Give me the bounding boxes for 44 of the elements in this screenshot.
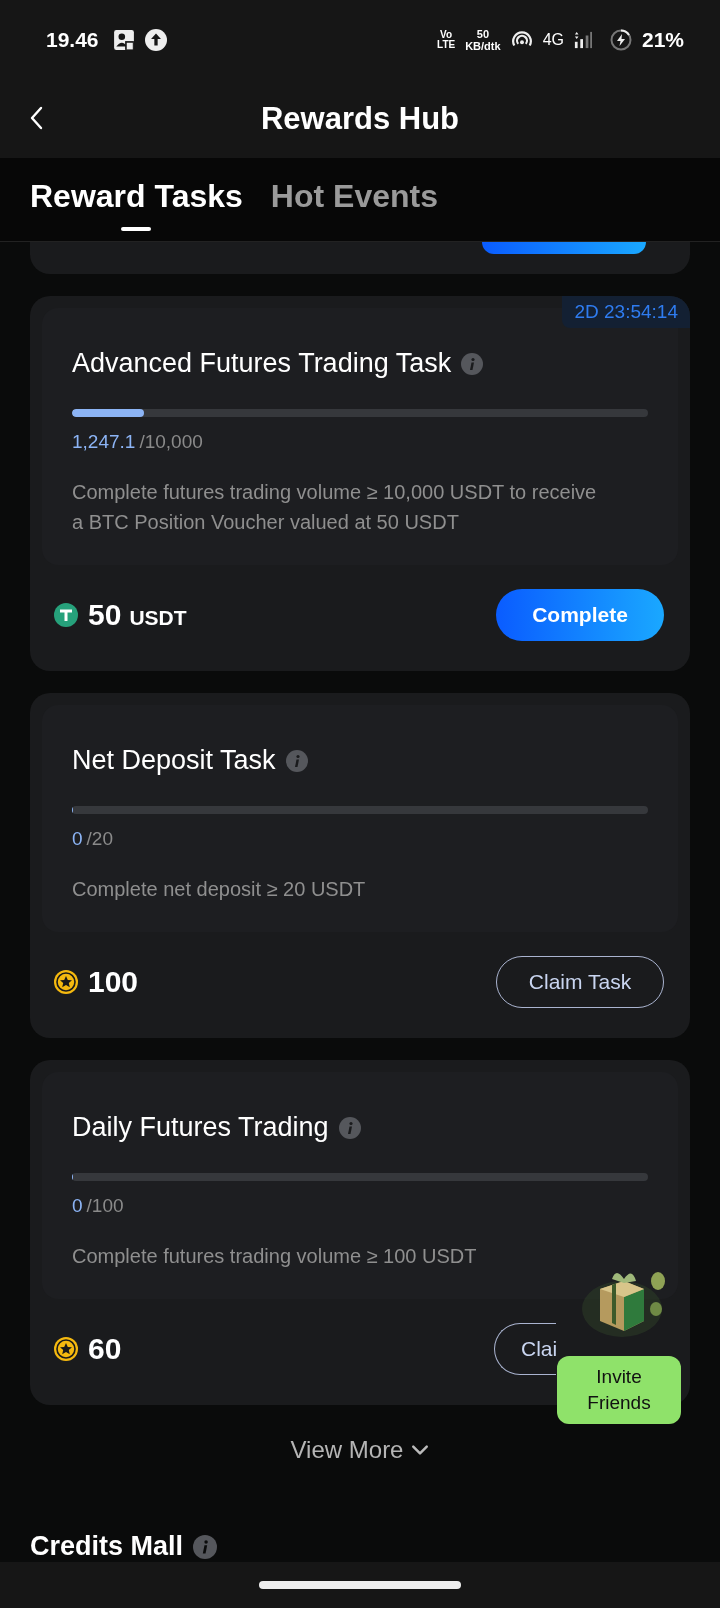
contact-icon	[112, 29, 135, 51]
upload-icon	[144, 29, 167, 51]
battery-percent: 21%	[641, 28, 684, 52]
status-time: 19.46	[46, 28, 99, 52]
star-coin-icon	[54, 1337, 78, 1361]
reward-amount: 50	[88, 598, 122, 632]
battery-icon	[609, 29, 632, 51]
invite-friends-button[interactable]: Invite Friends	[557, 1356, 681, 1424]
task-description: Complete futures trading volume ≥ 10,000 USDT to receive a BTC Position Voucher valued at 50 USDT	[72, 480, 598, 535]
signal-icon	[573, 30, 592, 50]
speed-value: 50	[476, 28, 489, 40]
progress-target: /10,000	[139, 431, 203, 453]
chevron-down-icon	[411, 1444, 430, 1456]
partial-button[interactable]	[482, 242, 646, 254]
info-icon[interactable]	[461, 352, 484, 375]
reward-unit: USDT	[129, 606, 187, 630]
info-icon[interactable]	[193, 1534, 218, 1559]
tab[interactable]: Reward Tasks	[30, 178, 243, 229]
task-title: Net Deposit Task	[72, 745, 276, 776]
star-coin-icon	[54, 970, 78, 994]
view-more-link[interactable]: View More	[284, 1435, 436, 1465]
section-title: Credits Mall	[30, 1531, 184, 1562]
countdown-timer: 2D 23:54:14	[562, 296, 690, 328]
progress-target: /100	[86, 1195, 124, 1217]
info-icon[interactable]	[285, 749, 308, 772]
progress-current: 1,247.1	[72, 431, 136, 453]
tab[interactable]: Hot Events	[270, 178, 438, 229]
task-title: Daily Futures Trading	[72, 1112, 329, 1143]
speed-unit: KB/dtk	[465, 40, 501, 52]
reward-amount: 100	[88, 965, 139, 999]
progress-current: 0	[72, 828, 83, 850]
volte-icon: Vo LTE	[437, 30, 456, 50]
reward-amount: 60	[88, 1332, 122, 1366]
tether-icon	[54, 603, 78, 627]
back-icon[interactable]	[30, 106, 44, 130]
progress-current: 0	[72, 1195, 83, 1217]
network-type: 4G	[542, 31, 564, 49]
page-title: Rewards Hub	[260, 101, 460, 137]
task-description: Complete net deposit ≥ 20 USDT	[72, 877, 367, 902]
task-description: Complete futures trading volume ≥ 100 USDT	[72, 1244, 478, 1269]
complete-button[interactable]: Complete	[496, 589, 664, 641]
info-icon[interactable]	[338, 1116, 361, 1139]
progress-target: /20	[86, 828, 113, 850]
task-title: Advanced Futures Trading Task	[72, 348, 452, 379]
